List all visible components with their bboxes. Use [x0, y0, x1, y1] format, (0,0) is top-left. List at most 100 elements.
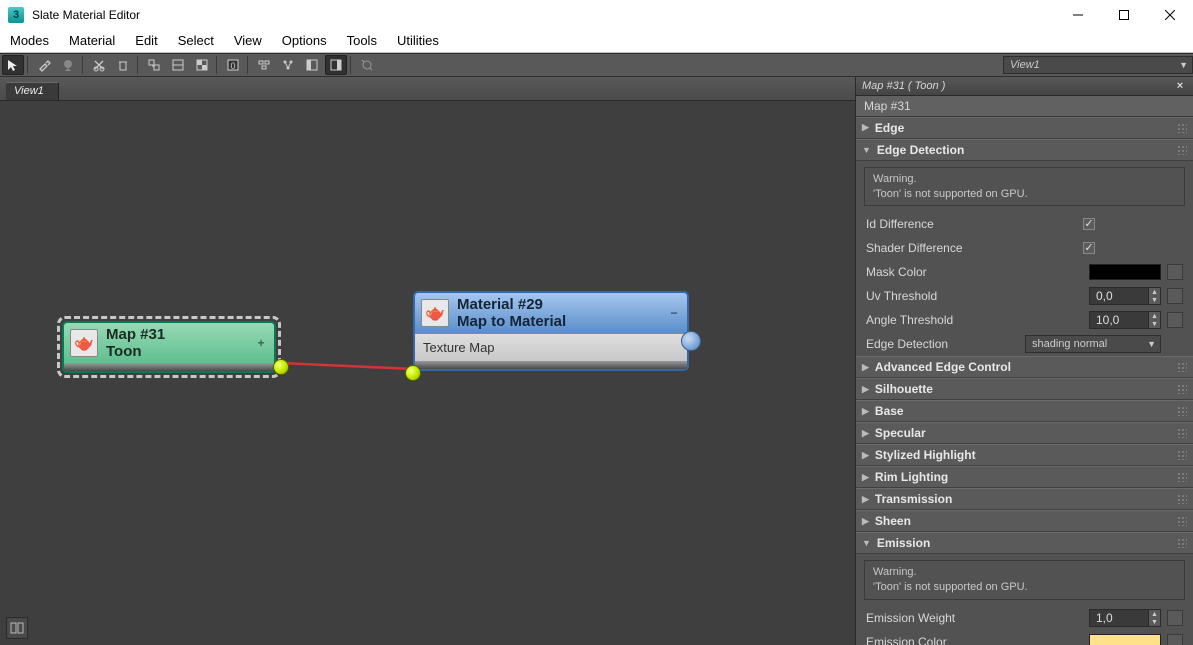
map-slot-button[interactable]	[1167, 634, 1183, 645]
param-id-difference: Id Difference ✓	[856, 212, 1193, 236]
rollup-specular[interactable]: ▶Specular	[856, 422, 1193, 444]
checkbox-shader-difference[interactable]: ✓	[1083, 242, 1095, 254]
minimize-button[interactable]	[1055, 0, 1101, 30]
node-material-map-to-material[interactable]: 🫖 Material #29 Map to Material − Texture…	[413, 291, 689, 371]
gpu-warning-box: Warning. 'Toon' is not supported on GPU.	[864, 167, 1185, 207]
map-slot-button[interactable]	[1167, 264, 1183, 280]
rollup-rim-lighting[interactable]: ▶Rim Lighting	[856, 466, 1193, 488]
select-tool-icon[interactable]	[2, 55, 24, 75]
canvas-tabstrip: View1	[0, 77, 855, 101]
maximize-button[interactable]	[1101, 0, 1147, 30]
menu-edit[interactable]: Edit	[125, 30, 167, 52]
cut-icon[interactable]	[88, 55, 110, 75]
menu-view[interactable]: View	[224, 30, 272, 52]
app-icon: 3	[8, 7, 24, 23]
input-socket-texture[interactable]	[405, 365, 421, 381]
chevron-down-icon: ▼	[862, 538, 871, 548]
map-name-field[interactable]: Map #31	[856, 96, 1193, 117]
node-title: Material #29	[457, 296, 667, 313]
spinner-uv-threshold[interactable]: 0,0 ▲▼	[1089, 287, 1161, 305]
node-row-texture-map[interactable]: Texture Map	[415, 333, 687, 361]
close-icon[interactable]: ×	[1173, 79, 1187, 93]
menu-tools[interactable]: Tools	[337, 30, 387, 52]
param-edge-detection-mode: Edge Detection shading normal ▼	[856, 332, 1193, 356]
rollup-emission[interactable]: ▼ Emission	[856, 532, 1193, 554]
param-shader-difference: Shader Difference ✓	[856, 236, 1193, 260]
node-header[interactable]: 🫖 Material #29 Map to Material −	[415, 293, 687, 333]
map-slot-button[interactable]	[1167, 312, 1183, 328]
param-mask-color: Mask Color	[856, 260, 1193, 284]
rollup-stylized-highlight[interactable]: ▶Stylized Highlight	[856, 444, 1193, 466]
chevron-down-icon: ▼	[862, 145, 871, 155]
show-background-icon[interactable]: 0	[222, 55, 244, 75]
assign-material-icon[interactable]	[57, 55, 79, 75]
view-selector[interactable]: View1 ▼	[1003, 56, 1193, 74]
rollup-edge-detection[interactable]: ▼ Edge Detection	[856, 139, 1193, 161]
param-emission-weight: Emission Weight 1,0 ▲▼	[856, 606, 1193, 630]
node-collapse-bar[interactable]	[415, 361, 687, 369]
map-slot-button[interactable]	[1167, 288, 1183, 304]
node-collapse-bar[interactable]	[64, 363, 274, 371]
menu-select[interactable]: Select	[168, 30, 224, 52]
output-socket[interactable]	[681, 331, 701, 351]
title-bar: 3 Slate Material Editor	[0, 0, 1193, 30]
rollup-base[interactable]: ▶Base	[856, 400, 1193, 422]
chevron-down-icon: ▼	[1147, 339, 1156, 349]
navigator-icon[interactable]	[6, 617, 28, 639]
dropdown-edge-detection[interactable]: shading normal ▼	[1025, 335, 1161, 353]
canvas-tab-view1[interactable]: View1	[6, 82, 59, 100]
node-canvas[interactable]: 🫖 Map #31 Toon + 🫖	[0, 101, 855, 645]
menu-bar: Modes Material Edit Select View Options …	[0, 30, 1193, 53]
node-map-toon[interactable]: 🫖 Map #31 Toon +	[62, 321, 276, 373]
close-button[interactable]	[1147, 0, 1193, 30]
rollup-sheen[interactable]: ▶Sheen	[856, 510, 1193, 532]
param-uv-threshold: Uv Threshold 0,0 ▲▼	[856, 284, 1193, 308]
gpu-warning-box: Warning. 'Toon' is not supported on GPU.	[864, 560, 1185, 600]
rollup-silhouette[interactable]: ▶Silhouette	[856, 378, 1193, 400]
spinner-angle-threshold[interactable]: 10,0 ▲▼	[1089, 311, 1161, 329]
drag-grip-icon[interactable]	[1177, 538, 1187, 548]
drag-grip-icon[interactable]	[1177, 123, 1187, 133]
menu-utilities[interactable]: Utilities	[387, 30, 449, 52]
hide-unused-icon[interactable]	[167, 55, 189, 75]
checkbox-id-difference[interactable]: ✓	[1083, 218, 1095, 230]
rollup-label: Emission	[877, 536, 930, 550]
eyedropper-icon[interactable]	[33, 55, 55, 75]
menu-modes[interactable]: Modes	[0, 30, 59, 52]
toolbar: 0 View1 ▼	[0, 53, 1193, 77]
rollup-transmission[interactable]: ▶Transmission	[856, 488, 1193, 510]
svg-text:0: 0	[230, 61, 235, 71]
move-children-icon[interactable]	[143, 55, 165, 75]
layout-children-icon[interactable]	[277, 55, 299, 75]
mask-color-swatch[interactable]	[1089, 264, 1161, 280]
minus-icon[interactable]: −	[667, 306, 681, 320]
material-browser-icon[interactable]	[325, 55, 347, 75]
menu-options[interactable]: Options	[272, 30, 337, 52]
param-angle-threshold: Angle Threshold 10,0 ▲▼	[856, 308, 1193, 332]
node-header[interactable]: 🫖 Map #31 Toon +	[64, 323, 274, 363]
spinner-emission-weight[interactable]: 1,0 ▲▼	[1089, 609, 1161, 627]
node-canvas-wrap: View1 🫖 Map #31 Toon +	[0, 77, 855, 645]
param-emission-color: Emission Color	[856, 630, 1193, 645]
rollup-edge[interactable]: ▶ Edge	[856, 117, 1193, 139]
menu-material[interactable]: Material	[59, 30, 125, 52]
node-subtitle: Map to Material	[457, 313, 667, 330]
layout-all-icon[interactable]	[253, 55, 275, 75]
delete-icon[interactable]	[112, 55, 134, 75]
output-socket[interactable]	[273, 359, 289, 375]
window-title: Slate Material Editor	[32, 8, 140, 22]
show-map-icon[interactable]	[191, 55, 213, 75]
map-slot-button[interactable]	[1167, 610, 1183, 626]
drag-grip-icon[interactable]	[1177, 145, 1187, 155]
select-by-material-icon[interactable]	[356, 55, 378, 75]
view-selector-label: View1	[1010, 59, 1040, 71]
plus-icon[interactable]: +	[254, 336, 268, 350]
dock-icon[interactable]	[301, 55, 323, 75]
rollup-label: Edge	[875, 121, 904, 135]
parameters-header[interactable]: Map #31 ( Toon ) ×	[856, 77, 1193, 96]
emission-color-swatch[interactable]	[1089, 634, 1161, 645]
chevron-right-icon: ▶	[862, 122, 869, 133]
teapot-icon: 🫖	[421, 299, 449, 327]
node-subtitle: Toon	[106, 343, 254, 360]
rollup-advanced-edge-control[interactable]: ▶Advanced Edge Control	[856, 356, 1193, 378]
